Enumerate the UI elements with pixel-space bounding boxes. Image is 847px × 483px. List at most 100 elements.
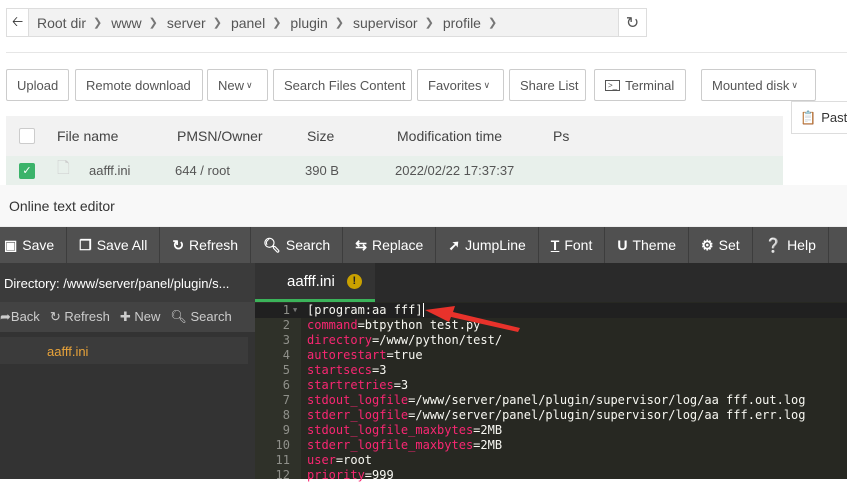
font-button[interactable]: T Font [539,227,606,263]
share-icon: ➦ [0,309,11,324]
upload-button[interactable]: Upload [6,69,69,101]
replace-button[interactable]: ⇆ Replace [343,227,437,263]
mounted-disk-button[interactable]: Mounted disk ∨ [701,69,816,101]
chevron-right-icon: ❯ [93,17,103,29]
code-key: priority [307,468,365,482]
save-all-button[interactable]: ❐ Save All [67,227,161,263]
label: Replace [371,237,424,253]
tab-aafff-ini[interactable]: aafff.ini! [255,263,375,302]
breadcrumb: Root dir ❯ www ❯ server ❯ panel ❯ plugin ❯ su… [29,15,618,31]
terminal-button[interactable]: >_ Terminal [594,69,686,101]
line-number: 2 [282,318,290,332]
back-arrow-icon[interactable]: 🡠 [7,9,29,36]
chevron-down-icon: ∨ [246,79,253,90]
code-line[interactable]: 9 stdout_logfile_maxbytes=2MB [255,423,847,438]
search-icon: 🔍︎ [263,236,281,253]
row-checkbox[interactable]: ✓ [19,162,35,179]
help-icon: ❔ [764,236,783,253]
file-name[interactable]: aafff.ini [89,163,175,178]
line-text: stdout_logfile=/www/server/panel/plugin/… [307,393,806,408]
code-editor[interactable]: 1 ▼ [program:aa fff] 2 command=btpython test… [255,302,847,482]
code-line[interactable]: 12 priority=999 [255,468,847,483]
new-button[interactable]: New ∨ [207,69,268,101]
share-list-button[interactable]: Share List [509,69,586,101]
code-value: =3 [372,363,387,377]
code-key: startsecs [307,363,373,377]
code-key: directory [307,333,373,347]
label: New [218,77,245,93]
line-text: startsecs=3 [307,363,386,378]
save-button[interactable]: ▣ Save [0,227,68,263]
set-button[interactable]: ⚙ Set [689,227,753,263]
refresh-icon[interactable]: ↻ [618,9,646,36]
remote-download-button[interactable]: Remote download [75,69,203,101]
select-all-checkbox[interactable] [19,128,35,144]
code-line[interactable]: 6 startretries=3 [255,378,847,393]
crumb[interactable]: supervisor [353,15,418,31]
unsaved-warning-icon: ! [346,273,362,289]
crumb[interactable]: Root dir [37,15,86,31]
code-value: =/www/server/panel/plugin/supervisor/log… [408,408,806,422]
code-key: stdout_logfile [307,393,409,407]
file-tree-item[interactable]: aafff.ini [0,337,248,364]
chevron-down-icon: ∨ [791,79,798,90]
col-ps[interactable]: Ps [553,128,569,144]
label: Favorites [428,77,482,93]
file-size: 390 B [305,163,339,178]
label: Search [285,237,331,253]
line-number: 6 [282,378,290,392]
crumb[interactable]: server [167,15,206,31]
search-icon: 🔍︎ [170,309,191,324]
chevron-right-icon: ❯ [212,17,222,29]
theme-button[interactable]: U Theme [605,227,690,263]
breadcrumb-bar: 🡠 Root dir ❯ www ❯ server ❯ panel ❯ plugin ❯ … [6,8,647,37]
line-text: autorestart=true [307,348,423,363]
code-value: =root [335,453,373,467]
help-button[interactable]: ❔ Help [753,227,829,263]
refresh-tree-button[interactable]: ↻ Refresh [50,309,110,325]
new-file-button[interactable]: ✚ New [120,309,161,325]
col-file-name[interactable]: File name [57,128,177,144]
code-line[interactable]: 11 user=root [255,453,847,468]
fold-icon[interactable]: ▼ [293,303,297,318]
favorites-button[interactable]: Favorites ∨ [417,69,504,101]
line-number: 4 [282,348,290,362]
crumb[interactable]: plugin [290,15,327,31]
code-line[interactable]: 8 stderr_logfile=/www/server/panel/plugin… [255,408,847,423]
line-number: 1 [282,303,290,317]
code-line[interactable]: 4 autorestart=true [255,348,847,363]
code-line[interactable]: 5 startsecs=3 [255,363,847,378]
search-files-content-button[interactable]: Search Files Content [273,69,412,101]
back-button[interactable]: ➦Back [0,309,40,325]
label: Theme [632,237,677,253]
col-modification-time[interactable]: Modification time [397,128,553,144]
plus-icon: ✚ [119,309,135,324]
jumpline-button[interactable]: ➚ JumpLine [436,227,539,263]
annotation-arrow [425,306,520,332]
line-number: 12 [275,468,290,482]
file-perm[interactable]: 644 / root [175,163,305,178]
col-size[interactable]: Size [307,128,397,144]
editor-toolbar: ▣ Save ❐ Save All ↻ Refresh 🔍︎ Search ⇆ Repla… [0,227,847,263]
label: Share List [520,77,579,93]
code-line[interactable]: 1 ▼ [program:aa fff] [255,303,847,318]
crumb[interactable]: panel [231,15,265,31]
line-number: 11 [275,453,290,467]
search-button[interactable]: 🔍︎ Search [251,227,344,263]
table-row[interactable]: ✓ 🗋 aafff.ini 644 / root 390 B 2022/02/2… [6,156,783,185]
refresh-button[interactable]: ↻ Refresh [160,227,252,263]
code-line[interactable]: 7 stdout_logfile=/www/server/panel/plugin… [255,393,847,408]
code-line[interactable]: 2 command=btpython test.py [255,318,847,333]
crumb[interactable]: www [111,15,141,31]
code-line[interactable]: 10 stderr_logfile_maxbytes=2MB [255,438,847,453]
line-number: 3 [282,333,290,347]
code-value: =2MB [473,423,503,437]
paste-button[interactable]: 📋 Paste [791,101,847,134]
refresh-icon: ↻ [49,309,65,324]
search-tree-button[interactable]: 🔍︎ Search [170,309,231,325]
code-line[interactable]: 3 directory=/www/python/test/ [255,333,847,348]
pin-icon: ➚ [448,236,461,253]
col-pmsn-owner[interactable]: PMSN/Owner [177,128,307,144]
crumb[interactable]: profile [443,15,481,31]
file-tree-toolbar: ➦Back ↻ Refresh ✚ New 🔍︎ Search [0,302,255,332]
